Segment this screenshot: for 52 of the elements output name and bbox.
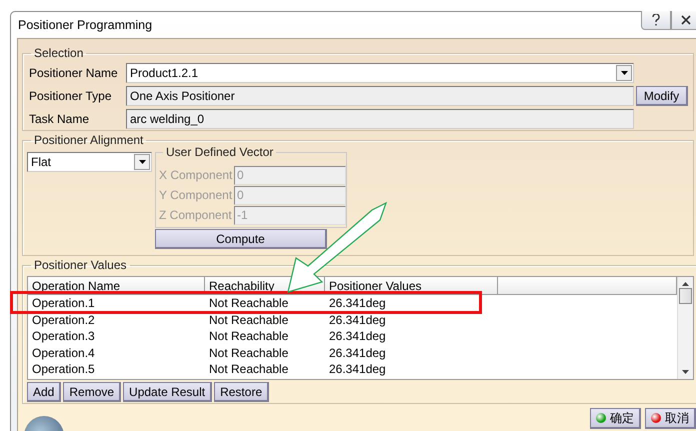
dropdown-field[interactable]: Flat	[27, 152, 152, 172]
group-title: User Defined Vector	[165, 145, 274, 159]
text-field[interactable]: One Axis Positioner	[126, 86, 634, 106]
scroll-down-icon	[682, 370, 689, 374]
action-button[interactable]: Add	[27, 382, 62, 402]
compute-button[interactable]: Compute	[155, 229, 327, 249]
scroll-thumb[interactable]	[679, 288, 692, 304]
caret-icon	[138, 160, 146, 164]
help-button[interactable]	[641, 11, 671, 30]
table-cell-text: Operation.4	[31, 346, 96, 360]
table-cell-text: Operation.2	[31, 312, 96, 327]
close-icon	[681, 15, 691, 25]
cancel-dot-icon	[651, 413, 661, 423]
help-icon	[652, 14, 660, 26]
group-title: Positioner Alignment	[33, 133, 144, 147]
text-field[interactable]: arc welding_0	[126, 109, 634, 129]
table-cell-text: Operation.5	[31, 362, 96, 376]
table-cell-text: 26.341deg	[328, 296, 387, 310]
scroll-up-icon	[682, 282, 689, 286]
table-cell-text: Operation.3	[31, 329, 96, 344]
field-label: X Component	[159, 168, 234, 182]
table-cell-text: 26.341deg	[328, 362, 387, 376]
table-cell-text: 26.341deg	[328, 346, 387, 360]
field-label: Task Name	[28, 112, 90, 126]
table-cell-text: Not Reachable	[208, 329, 290, 344]
table-cell-text: Not Reachable	[208, 296, 290, 310]
table-cell-text: 26.341deg	[328, 329, 387, 344]
modify-button[interactable]: Modify	[636, 86, 688, 106]
action-button[interactable]: Restore	[214, 382, 270, 402]
scrollbar[interactable]	[677, 277, 693, 379]
window-title: Positioner Programming	[18, 18, 152, 32]
group-title: Positioner Values	[33, 258, 128, 272]
table-cell-text: Not Reachable	[208, 312, 290, 327]
action-button[interactable]: Remove	[63, 382, 122, 402]
dropdown-button[interactable]	[134, 154, 150, 170]
group-title: Selection	[33, 46, 84, 60]
action-button[interactable]: Update Result	[123, 382, 212, 402]
cancel-button[interactable]: 取消	[645, 408, 696, 429]
caret-icon	[620, 71, 628, 75]
close-button[interactable]	[671, 11, 696, 30]
field-label: Y Component	[159, 188, 234, 202]
table-cell-text: 26.341deg	[328, 312, 387, 327]
dropdown-button[interactable]	[616, 65, 632, 81]
field-label: Z Component	[159, 208, 233, 222]
field-label: Positioner Type	[28, 89, 112, 103]
ok-dot-icon	[596, 413, 606, 423]
dropdown-field[interactable]: Product1.2.1	[126, 63, 634, 83]
field-label: Positioner Name	[28, 66, 119, 80]
ok-button[interactable]: 确定	[590, 408, 641, 429]
table-cell-text: Operation.1	[31, 296, 96, 310]
table-cell-text: Not Reachable	[208, 362, 290, 376]
table-cell-text: Not Reachable	[208, 346, 290, 360]
